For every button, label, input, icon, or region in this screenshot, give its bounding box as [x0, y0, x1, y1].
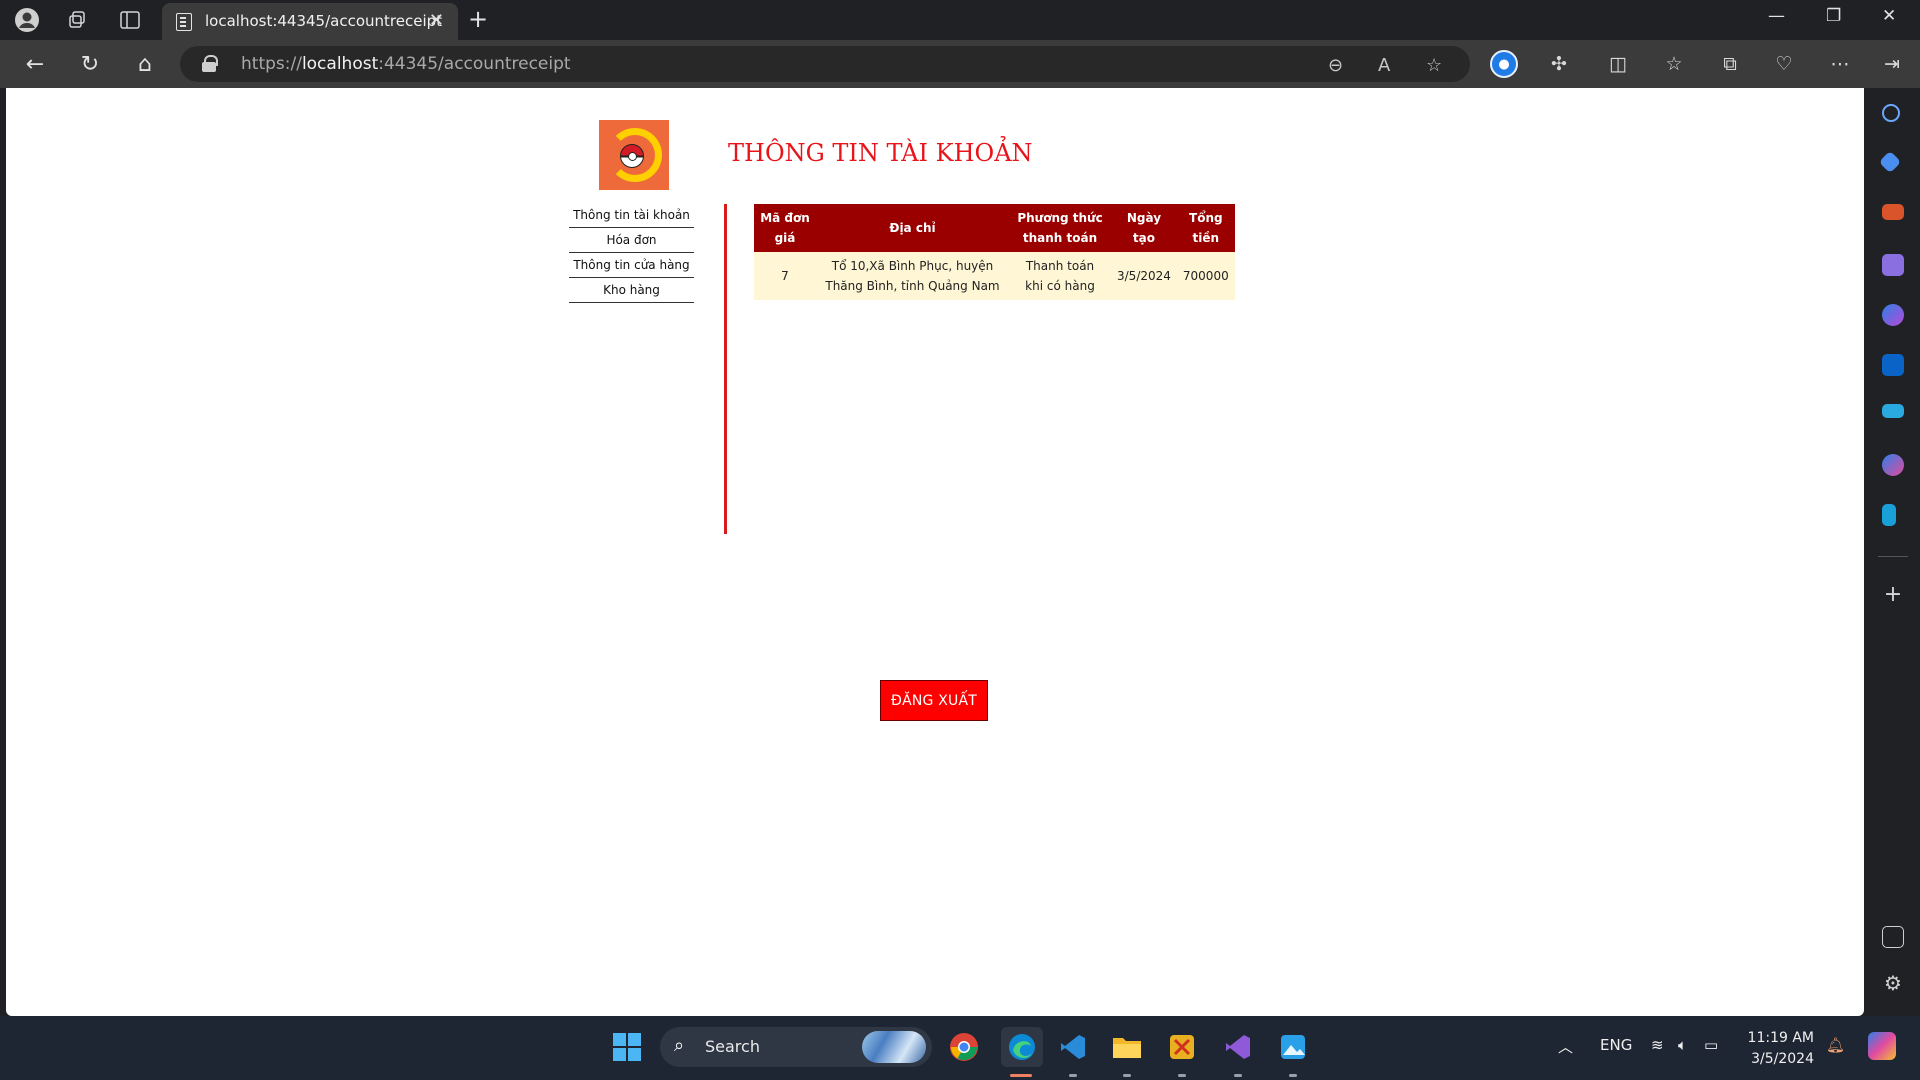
site-logo[interactable]	[599, 120, 669, 190]
file-explorer-icon[interactable]	[1110, 1030, 1144, 1064]
edge-icon[interactable]	[1001, 1027, 1043, 1067]
clock-date: 3/5/2024	[1751, 1051, 1814, 1067]
sidebar-divider	[1878, 556, 1908, 557]
sidebar-send-icon[interactable]	[1882, 404, 1904, 418]
vscode-icon[interactable]	[1056, 1030, 1090, 1064]
cell-address: Tổ 10,Xã Bình Phục, huyện Thăng Bình, tỉ…	[816, 252, 1009, 300]
menu-invoices[interactable]: Hóa đơn	[569, 229, 694, 253]
extension-drop-icon[interactable]: ●	[1490, 50, 1518, 78]
vertical-tabs-icon[interactable]	[117, 8, 143, 32]
page-favicon-icon	[176, 13, 192, 31]
language-indicator[interactable]: ENG	[1600, 1036, 1632, 1054]
pokeball-icon	[620, 144, 644, 168]
url-text[interactable]: https://localhost:44345/accountreceipt	[241, 54, 571, 74]
snipping-indicator	[1178, 1074, 1186, 1077]
split-screen-icon[interactable]: ◫	[1604, 50, 1632, 78]
extensions-puzzle-icon[interactable]: ✣	[1545, 50, 1573, 78]
vs-indicator	[1234, 1074, 1242, 1077]
back-icon[interactable]: ←	[20, 49, 50, 79]
edge-active-indicator	[1010, 1074, 1032, 1077]
page-title: THÔNG TIN TÀI KHOẢN	[728, 139, 1033, 167]
table-row: 7 Tổ 10,Xã Bình Phục, huyện Thăng Bình, …	[754, 252, 1235, 300]
zoom-out-icon[interactable]: ⊖	[1328, 55, 1343, 76]
favorite-star-icon[interactable]: ☆	[1426, 55, 1442, 76]
sidebar-add-icon[interactable]: +	[1882, 584, 1904, 606]
restore-icon[interactable]: ❐	[1826, 6, 1841, 26]
taskbar-clock[interactable]: 11:19 AM 3/5/2024	[1742, 1028, 1814, 1070]
menu-account-info[interactable]: Thông tin tài khoản	[569, 204, 694, 228]
logout-button[interactable]: ĐĂNG XUẤT	[880, 680, 988, 721]
windows-start-icon[interactable]	[610, 1030, 644, 1064]
lock-icon[interactable]	[202, 55, 218, 72]
col-total: Tổng tiền	[1176, 204, 1235, 252]
notification-bell-icon[interactable]: 🔔︎	[1826, 1036, 1845, 1054]
edge-sidebar: + ⚙	[1866, 88, 1920, 1016]
close-window-icon[interactable]: ✕	[1882, 6, 1896, 26]
search-icon: ⌕	[674, 1035, 685, 1056]
content-divider	[724, 204, 727, 534]
battery-icon[interactable]: ▭	[1704, 1036, 1718, 1054]
cell-order-id: 7	[754, 252, 816, 300]
wifi-icon[interactable]: ≋	[1651, 1036, 1664, 1054]
photos-indicator	[1289, 1074, 1297, 1077]
profile-avatar-icon[interactable]	[14, 8, 40, 32]
workspaces-icon[interactable]	[64, 8, 90, 32]
sidebar-tools-icon[interactable]	[1882, 204, 1904, 220]
receipt-table: Mã đơn giá Địa chỉ Phương thức thanh toá…	[754, 204, 1235, 300]
browser-essentials-icon[interactable]: ♡	[1770, 50, 1798, 78]
sidebar-toggle-icon[interactable]: ⇥	[1878, 50, 1906, 78]
snipping-tool-icon[interactable]	[1165, 1030, 1199, 1064]
sidebar-screenshot-icon[interactable]	[1882, 926, 1904, 948]
col-created-date: Ngày tạo	[1111, 204, 1177, 252]
tray-overflow-icon[interactable]: ︿	[1558, 1036, 1573, 1057]
search-label: Search	[705, 1037, 760, 1056]
sidebar-messenger-icon[interactable]	[1882, 454, 1904, 476]
favorites-icon[interactable]: ☆	[1660, 50, 1688, 78]
table-header-row: Mã đơn giá Địa chỉ Phương thức thanh toá…	[754, 204, 1235, 252]
windows-taskbar: ⌕ Search ︿ ENG ≋ 🔈︎ ▭ 11:19 AM 3/5/2024 …	[0, 1016, 1920, 1080]
sidebar-shopping-icon[interactable]	[1878, 150, 1902, 174]
col-order-id: Mã đơn giá	[754, 204, 816, 252]
page-viewport: THÔNG TIN TÀI KHOẢN Thông tin tài khoản …	[6, 88, 1864, 1016]
photos-app-icon[interactable]	[1276, 1030, 1310, 1064]
browser-tab-active[interactable]: localhost:44345/accountreceipt ✕	[162, 3, 458, 40]
menu-warehouse[interactable]: Kho hàng	[569, 279, 694, 303]
home-icon[interactable]: ⌂	[130, 49, 160, 79]
cell-payment-method: Thanh toán khi có hàng	[1009, 252, 1111, 300]
col-address: Địa chỉ	[816, 204, 1009, 252]
search-highlight-image	[862, 1031, 926, 1063]
account-side-menu: Thông tin tài khoản Hóa đơn Thông tin cử…	[569, 204, 694, 304]
refresh-icon[interactable]: ↻	[75, 49, 105, 79]
collections-icon[interactable]: ⧉	[1716, 50, 1744, 78]
browser-title-bar: localhost:44345/accountreceipt ✕ + — ❐ ✕	[0, 0, 1920, 40]
cell-total: 700000	[1176, 252, 1235, 300]
sidebar-search-icon[interactable]	[1882, 104, 1900, 122]
sidebar-games-icon[interactable]	[1882, 254, 1904, 276]
sidebar-copilot-icon[interactable]	[1882, 304, 1904, 326]
sidebar-outlook-icon[interactable]	[1882, 354, 1904, 376]
new-tab-icon[interactable]: +	[468, 5, 488, 33]
col-payment-method: Phương thức thanh toán	[1009, 204, 1111, 252]
copilot-taskbar-icon[interactable]	[1868, 1032, 1896, 1060]
chrome-icon[interactable]	[947, 1030, 981, 1064]
sidebar-settings-icon[interactable]: ⚙	[1882, 972, 1904, 994]
address-bar[interactable]: https://localhost:44345/accountreceipt ⊖…	[180, 46, 1470, 82]
cell-created-date: 3/5/2024	[1111, 252, 1177, 300]
read-aloud-icon[interactable]: A	[1378, 55, 1390, 76]
visual-studio-icon[interactable]	[1221, 1030, 1255, 1064]
vscode-indicator	[1069, 1074, 1077, 1077]
volume-icon[interactable]: 🔈︎	[1678, 1036, 1687, 1054]
clock-time: 11:19 AM	[1747, 1030, 1814, 1046]
menu-store-info[interactable]: Thông tin cửa hàng	[569, 254, 694, 278]
explorer-indicator	[1123, 1074, 1131, 1077]
tab-close-icon[interactable]: ✕	[429, 10, 444, 31]
browser-toolbar: ← ↻ ⌂ https://localhost:44345/accountrec…	[0, 40, 1920, 88]
minimize-icon[interactable]: —	[1768, 6, 1785, 26]
tab-title: localhost:44345/accountreceipt	[205, 12, 443, 30]
more-menu-icon[interactable]: ⋯	[1826, 50, 1854, 78]
taskbar-search[interactable]: ⌕ Search	[660, 1027, 932, 1067]
sidebar-bing-icon[interactable]	[1882, 504, 1896, 526]
